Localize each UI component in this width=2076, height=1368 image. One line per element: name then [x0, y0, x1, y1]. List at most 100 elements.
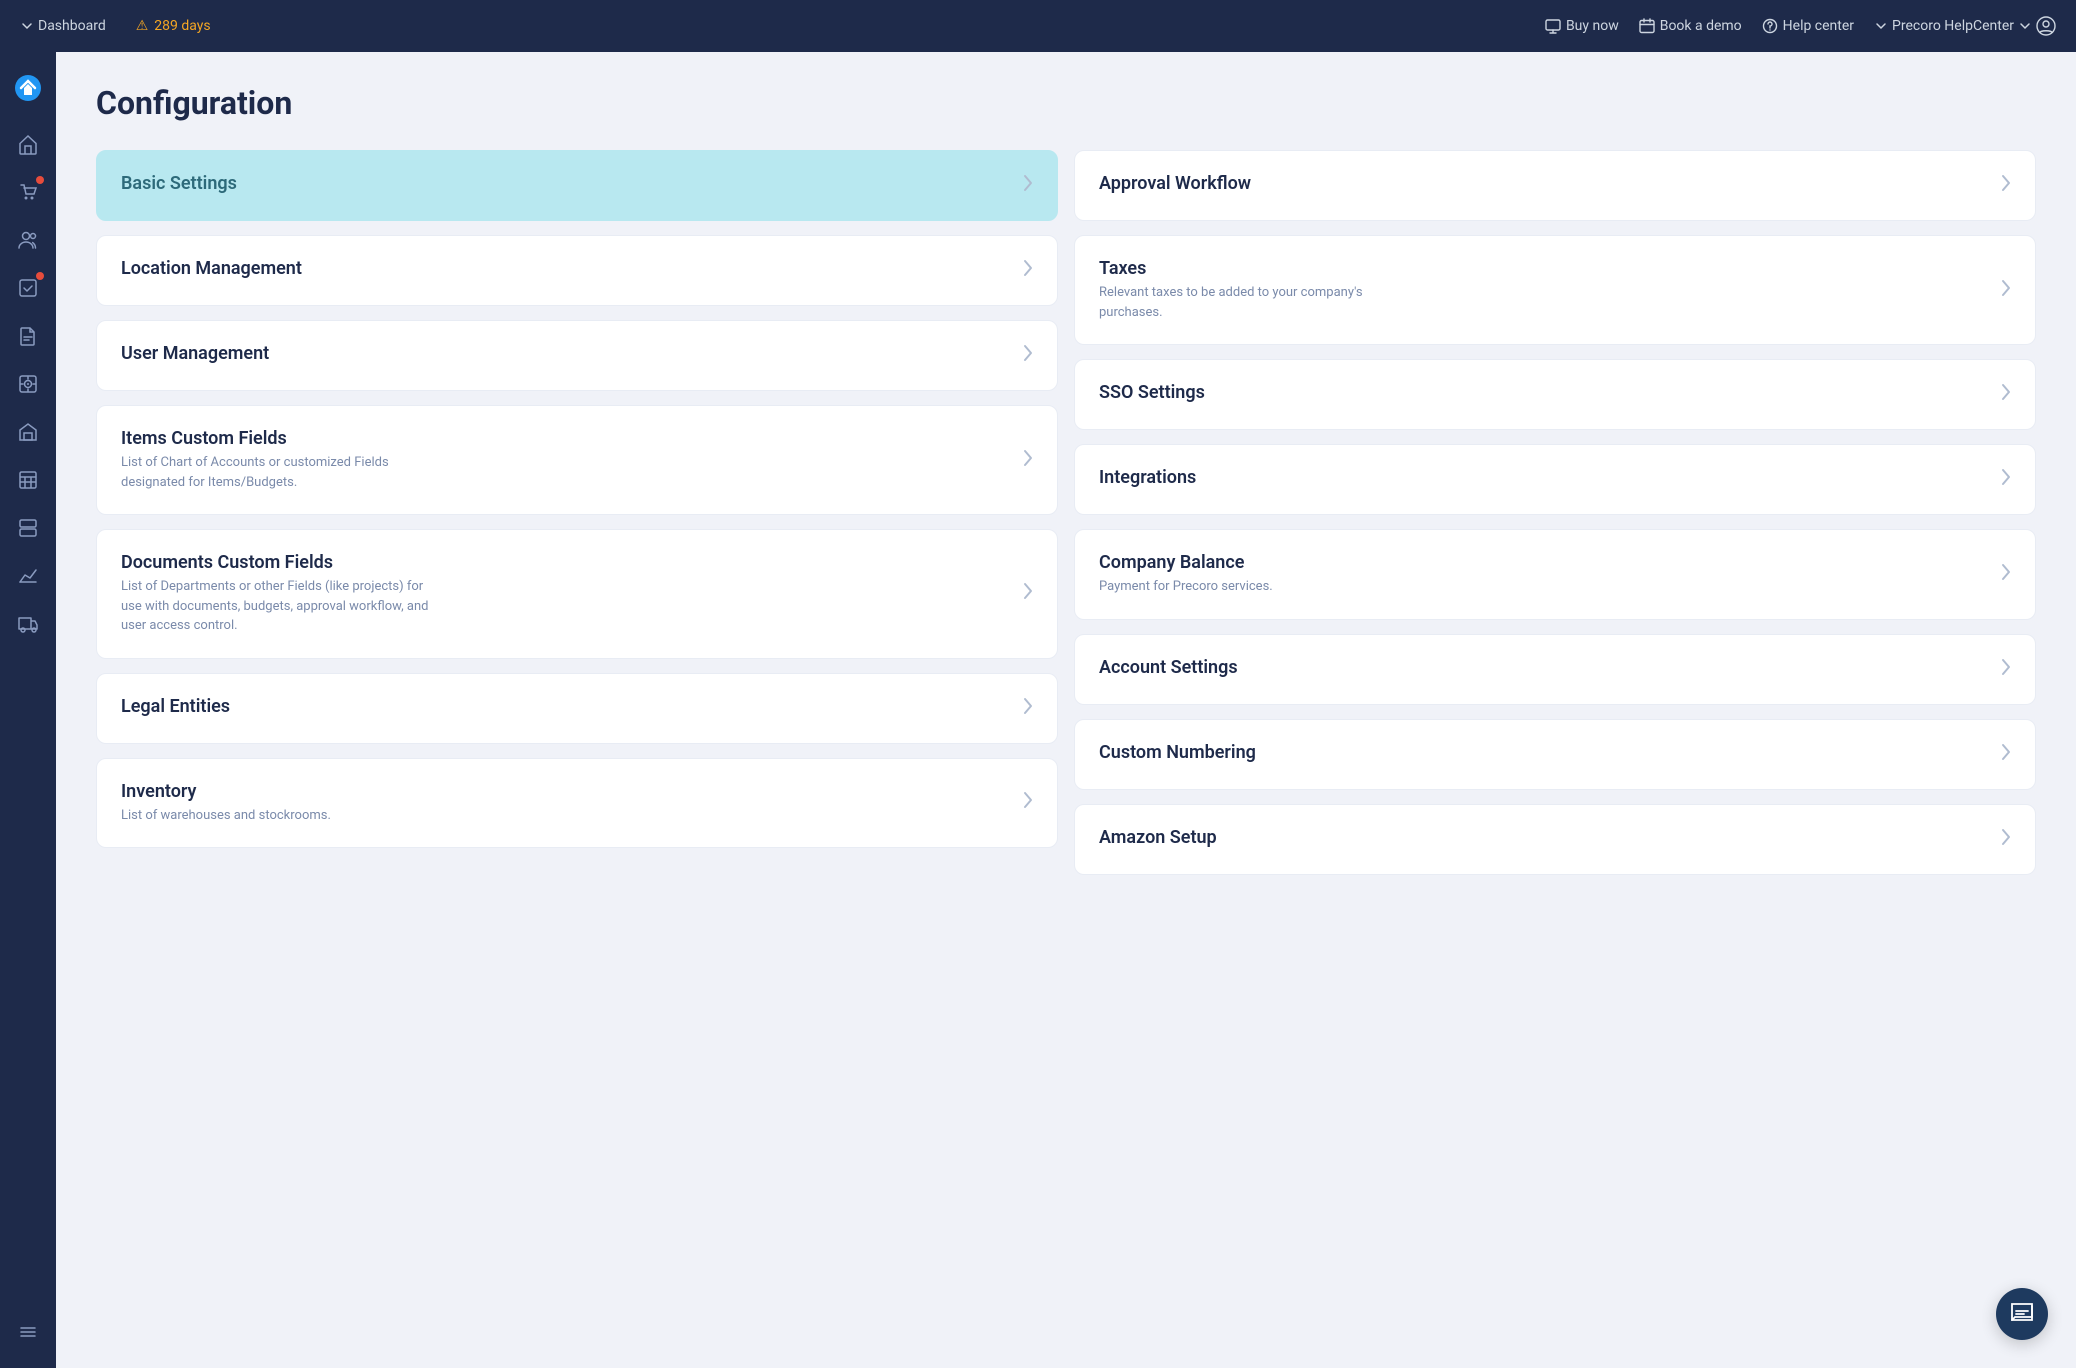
docs-icon [17, 325, 39, 347]
card-desc-company-balance: Payment for Precoro services. [1099, 577, 1419, 597]
warehouse-icon [17, 421, 39, 443]
orders-icon [17, 181, 39, 203]
card-title-company-balance: Company Balance [1099, 552, 1989, 573]
config-card-user-management[interactable]: User Management [96, 320, 1058, 391]
sidebar-item-layers[interactable] [8, 508, 48, 548]
tasks-icon [17, 277, 39, 299]
card-title-inventory: Inventory [121, 781, 1011, 802]
config-card-amazon-setup[interactable]: Amazon Setup [1074, 804, 2036, 875]
config-card-location-management[interactable]: Location Management [96, 235, 1058, 306]
days-warning: 289 days [154, 18, 210, 34]
sidebar-item-table[interactable] [8, 460, 48, 500]
sidebar-item-vault[interactable] [8, 364, 48, 404]
card-title-taxes: Taxes [1099, 258, 1989, 279]
card-content-inventory: Inventory List of warehouses and stockroo… [121, 781, 1011, 826]
card-title-integrations: Integrations [1099, 467, 1989, 488]
card-content-sso-settings: SSO Settings [1099, 382, 1989, 407]
warning-banner[interactable]: ⚠ 289 days [136, 18, 211, 34]
chevron-right-icon [2001, 174, 2011, 197]
help-center-label: Help center [1783, 18, 1854, 34]
sidebar-item-warehouse[interactable] [8, 412, 48, 452]
user-menu[interactable]: Precoro HelpCenter [1874, 16, 2056, 36]
card-content-account-settings: Account Settings [1099, 657, 1989, 682]
sidebar-item-home[interactable] [8, 124, 48, 164]
help-center-link[interactable]: Help center [1762, 18, 1854, 34]
config-card-account-settings[interactable]: Account Settings [1074, 634, 2036, 705]
chart-icon [17, 565, 39, 587]
chevron-right-icon [1023, 697, 1033, 720]
table-icon [17, 469, 39, 491]
buy-now-label: Buy now [1566, 18, 1619, 34]
card-content-taxes: Taxes Relevant taxes to be added to your … [1099, 258, 1989, 322]
top-navigation: Dashboard ⚠ 289 days Buy now Book a demo [0, 0, 2076, 52]
chevron-down-icon-user [1874, 19, 1888, 33]
sidebar-item-users[interactable] [8, 220, 48, 260]
buy-now-link[interactable]: Buy now [1545, 18, 1619, 34]
vault-icon [17, 373, 39, 395]
config-card-taxes[interactable]: Taxes Relevant taxes to be added to your … [1074, 235, 2036, 345]
config-card-custom-numbering[interactable]: Custom Numbering [1074, 719, 2036, 790]
chevron-right-icon [1023, 344, 1033, 367]
card-content-legal-entities: Legal Entities [121, 696, 1011, 721]
config-card-basic-settings[interactable]: Basic Settings [96, 150, 1058, 221]
config-card-legal-entities[interactable]: Legal Entities [96, 673, 1058, 744]
sidebar-item-orders[interactable] [8, 172, 48, 212]
dashboard-link[interactable]: Dashboard [20, 18, 106, 34]
card-desc-documents-custom-fields: List of Departments or other Fields (lik… [121, 577, 441, 636]
config-card-sso-settings[interactable]: SSO Settings [1074, 359, 2036, 430]
user-avatar-icon [2036, 16, 2056, 36]
config-grid: Basic Settings Location Management User Ma… [96, 150, 2036, 875]
card-title-items-custom-fields: Items Custom Fields [121, 428, 1011, 449]
chevron-right-icon [2001, 383, 2011, 406]
card-content-custom-numbering: Custom Numbering [1099, 742, 1989, 767]
chat-icon [2009, 1301, 2035, 1327]
menu-icon [17, 1321, 39, 1343]
app-logo [14, 74, 42, 102]
card-content-documents-custom-fields: Documents Custom Fields List of Departmen… [121, 552, 1011, 636]
card-content-user-management: User Management [121, 343, 1011, 368]
truck-icon [17, 613, 39, 635]
card-content-items-custom-fields: Items Custom Fields List of Chart of Acco… [121, 428, 1011, 492]
book-demo-link[interactable]: Book a demo [1639, 18, 1742, 34]
sidebar-item-chart[interactable] [8, 556, 48, 596]
left-column: Basic Settings Location Management User Ma… [96, 150, 1058, 848]
home-icon [17, 133, 39, 155]
card-title-documents-custom-fields: Documents Custom Fields [121, 552, 1011, 573]
card-desc-inventory: List of warehouses and stockrooms. [121, 806, 441, 826]
card-title-user-management: User Management [121, 343, 1011, 364]
config-card-documents-custom-fields[interactable]: Documents Custom Fields List of Departmen… [96, 529, 1058, 659]
right-column: Approval Workflow Taxes Relevant taxes to … [1074, 150, 2036, 875]
sidebar-item-truck[interactable] [8, 604, 48, 644]
sidebar-item-tasks[interactable] [8, 268, 48, 308]
calendar-icon [1639, 18, 1655, 34]
config-card-items-custom-fields[interactable]: Items Custom Fields List of Chart of Acco… [96, 405, 1058, 515]
chevron-right-icon [2001, 279, 2011, 302]
card-content-company-balance: Company Balance Payment for Precoro servi… [1099, 552, 1989, 597]
config-card-company-balance[interactable]: Company Balance Payment for Precoro servi… [1074, 529, 2036, 620]
card-content-integrations: Integrations [1099, 467, 1989, 492]
main-layout: Configuration Basic SettingsLocation Man… [0, 52, 2076, 1368]
chevron-right-icon [2001, 468, 2011, 491]
chevron-down-icon-company [2018, 19, 2032, 33]
sidebar-item-menu[interactable] [8, 1312, 48, 1352]
topnav-actions: Buy now Book a demo Help center Precoro … [1545, 16, 2056, 36]
card-desc-items-custom-fields: List of Chart of Accounts or customized … [121, 453, 441, 492]
sidebar [0, 52, 56, 1368]
card-content-location-management: Location Management [121, 258, 1011, 283]
orders-badge [36, 176, 44, 184]
config-card-inventory[interactable]: Inventory List of warehouses and stockroo… [96, 758, 1058, 849]
chat-button[interactable] [1996, 1288, 2048, 1340]
sidebar-logo[interactable] [8, 68, 48, 108]
card-title-approval-workflow: Approval Workflow [1099, 173, 1989, 194]
chevron-right-icon [1023, 582, 1033, 605]
chevron-right-icon [1023, 791, 1033, 814]
users-icon [17, 229, 39, 251]
card-desc-taxes: Relevant taxes to be added to your compa… [1099, 283, 1419, 322]
chevron-right-icon [1023, 174, 1033, 197]
config-card-approval-workflow[interactable]: Approval Workflow [1074, 150, 2036, 221]
chevron-down-icon [20, 19, 34, 33]
config-card-integrations[interactable]: Integrations [1074, 444, 2036, 515]
sidebar-item-docs[interactable] [8, 316, 48, 356]
card-title-sso-settings: SSO Settings [1099, 382, 1989, 403]
card-title-location-management: Location Management [121, 258, 1011, 279]
